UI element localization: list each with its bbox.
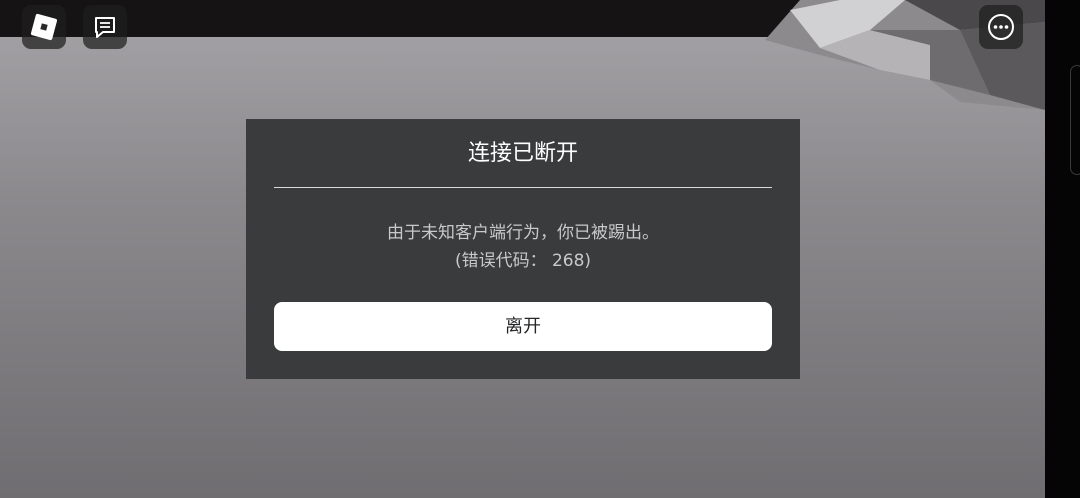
game-viewport: 连接已断开 由于未知客户端行为，你已被踢出。 (错误代码： 268) 离开 — [0, 0, 1045, 498]
roblox-logo-icon — [30, 13, 58, 41]
rock-scenery — [765, 0, 1045, 110]
chat-button[interactable] — [83, 5, 127, 49]
dialog-message: 由于未知客户端行为，你已被踢出。 (错误代码： 268) — [246, 219, 800, 275]
game-screen: 连接已断开 由于未知客户端行为，你已被踢出。 (错误代码： 268) 离开 — [0, 0, 1080, 498]
more-options-icon — [988, 14, 1014, 40]
chat-icon — [95, 17, 115, 38]
error-code: (错误代码： 268) — [454, 251, 592, 271]
title-divider — [274, 187, 772, 188]
roblox-menu-button[interactable] — [22, 5, 66, 49]
leave-button[interactable]: 离开 — [274, 302, 772, 351]
disconnect-dialog: 连接已断开 由于未知客户端行为，你已被踢出。 (错误代码： 268) 离开 — [246, 119, 800, 379]
dialog-title: 连接已断开 — [467, 141, 578, 166]
more-options-button[interactable] — [979, 5, 1023, 49]
message-line: 由于未知客户端行为，你已被踢出。 — [387, 223, 659, 243]
side-panel-handle[interactable] — [1070, 65, 1080, 175]
